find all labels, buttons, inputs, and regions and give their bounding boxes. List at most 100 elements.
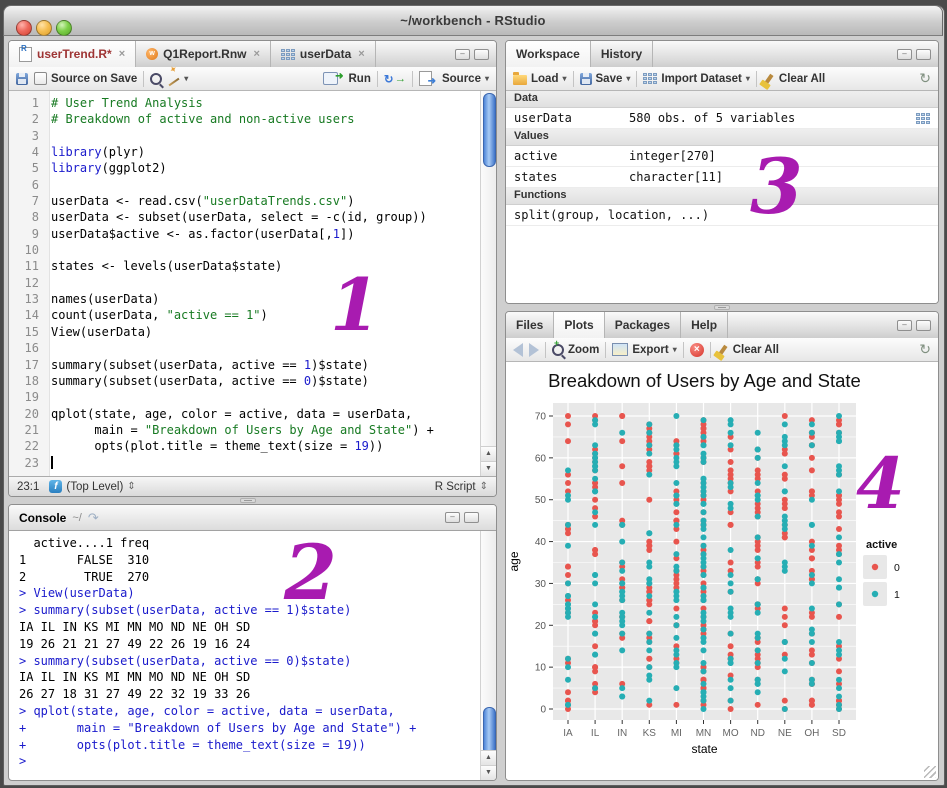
minimize-pane-icon[interactable]: –: [897, 320, 912, 331]
scroll-up-icon[interactable]: ▲: [481, 446, 496, 461]
doc-type-selector[interactable]: R Script ⇕: [435, 481, 488, 493]
clear-all-button[interactable]: Clear All: [763, 73, 825, 85]
save-icon[interactable]: [16, 73, 28, 85]
code-editor[interactable]: 1# User Trend Analysis2# Breakdown of ac…: [9, 91, 496, 476]
editor-tabstrip: userTrend.R* × w Q1Report.Rnw × userData…: [9, 41, 496, 68]
maximize-pane-icon[interactable]: [474, 49, 489, 60]
zoom-plot-button[interactable]: Zoom: [552, 344, 599, 356]
tab-files[interactable]: Files: [506, 312, 554, 338]
tab-packages[interactable]: Packages: [605, 312, 681, 338]
find-replace-icon[interactable]: [150, 73, 162, 85]
splitter-left-column[interactable]: [240, 498, 256, 503]
view-data-grid-icon[interactable]: [916, 113, 930, 124]
clear-all-plots-button[interactable]: Clear All: [717, 344, 779, 356]
minimize-pane-icon[interactable]: –: [897, 49, 912, 60]
maximize-pane-icon[interactable]: [916, 320, 931, 331]
source-on-save-checkbox[interactable]: [34, 72, 47, 85]
object-name: split(group, location, ...): [506, 208, 709, 222]
source-doc-icon: [419, 71, 432, 86]
import-dataset-button[interactable]: Import Dataset ▾: [643, 73, 750, 85]
code-line: 21 main = "Breakdown of Users by Age and…: [9, 422, 480, 438]
minimize-pane-icon[interactable]: –: [455, 49, 470, 60]
tab-history[interactable]: History: [591, 41, 653, 67]
console-scrollbar[interactable]: ▲ ▼: [480, 531, 496, 780]
code-lines[interactable]: 1# User Trend Analysis2# Breakdown of ac…: [9, 95, 480, 471]
plot-viewer: 010203040506070IAILINKSMIMNMONDNEOHSDBre…: [506, 362, 938, 780]
tab-userTrend[interactable]: userTrend.R* ×: [9, 41, 136, 67]
console-line: IA IL IN KS MI MN MO ND NE OH SD: [19, 669, 480, 686]
code-line: 23: [9, 455, 480, 471]
code-line: 8userData <- subset(userData, select = -…: [9, 209, 480, 225]
scroll-down-icon[interactable]: ▼: [481, 461, 496, 476]
r-script-icon: [19, 47, 32, 62]
object-name: userData: [506, 111, 629, 125]
svg-text:0: 0: [540, 705, 546, 716]
export-plot-button[interactable]: Export ▾: [612, 343, 676, 356]
save-workspace-button[interactable]: Save ▾: [580, 73, 631, 85]
close-tab-icon[interactable]: ×: [253, 48, 259, 60]
rerun-button[interactable]: ↻ →: [384, 72, 406, 86]
refresh-icon[interactable]: ↻: [919, 341, 931, 358]
console-output[interactable]: active....1 freq1 FALSE 3102 TRUE 270> V…: [9, 531, 480, 780]
next-plot-icon[interactable]: [529, 343, 539, 357]
resize-grip[interactable]: [924, 766, 936, 778]
console-scrollbar-thumb[interactable]: [483, 707, 496, 755]
splitter-right-column[interactable]: [714, 305, 730, 310]
svg-text:0: 0: [894, 562, 900, 574]
goto-directory-icon[interactable]: ↷: [88, 510, 99, 526]
workspace-object-list: Data userData 580 obs. of 5 variables Va…: [506, 91, 938, 303]
source-on-save-label: Source on Save: [51, 73, 137, 85]
object-row-userdata[interactable]: userData 580 obs. of 5 variables: [506, 108, 938, 129]
workspace-pane: Workspace History – Load ▾ Save ▾ Import…: [505, 40, 939, 304]
svg-text:NE: NE: [778, 728, 792, 739]
code-line: 16: [9, 340, 480, 356]
scroll-down-icon[interactable]: ▼: [481, 765, 496, 780]
scope-selector[interactable]: f (Top Level) ⇕: [49, 480, 135, 493]
plots-tabstrip: Files Plots Packages Help –: [506, 312, 938, 339]
object-value: 580 obs. of 5 variables: [629, 111, 916, 125]
object-row-states[interactable]: states character[11]: [506, 167, 938, 188]
scroll-up-icon[interactable]: ▲: [481, 750, 496, 765]
tab-label: Files: [516, 318, 543, 332]
svg-text:KS: KS: [643, 728, 657, 739]
code-line: 12: [9, 275, 480, 291]
tab-label: Packages: [615, 318, 670, 332]
editor-scrollbar[interactable]: ▲ ▼: [480, 91, 496, 476]
refresh-icon[interactable]: ↻: [919, 70, 931, 87]
close-tab-icon[interactable]: ×: [119, 48, 125, 60]
remove-plot-icon[interactable]: ×: [690, 343, 704, 357]
rerun-arrow-icon: →: [394, 73, 406, 85]
load-workspace-button[interactable]: Load ▾: [513, 72, 567, 85]
svg-text:OH: OH: [804, 728, 819, 739]
code-tools-button[interactable]: ▾: [168, 74, 188, 83]
editor-scrollbar-thumb[interactable]: [483, 93, 496, 167]
import-table-icon: [643, 73, 657, 84]
previous-plot-icon[interactable]: [513, 343, 523, 357]
console-line: 2 TRUE 270: [19, 569, 480, 586]
svg-text:50: 50: [535, 495, 547, 506]
code-line: 2# Breakdown of active and non-active us…: [9, 111, 480, 127]
object-row-active[interactable]: active integer[270]: [506, 146, 938, 167]
tab-workspace[interactable]: Workspace: [506, 41, 591, 67]
object-row-split[interactable]: split(group, location, ...): [506, 205, 938, 226]
source-on-save-toggle[interactable]: Source on Save: [34, 72, 137, 85]
maximize-pane-icon[interactable]: [464, 512, 479, 523]
console-header: Console ~/ ↷ –: [9, 505, 496, 531]
svg-text:70: 70: [535, 412, 547, 423]
close-tab-icon[interactable]: ×: [358, 48, 364, 60]
tab-plots[interactable]: Plots: [554, 312, 604, 338]
minimize-pane-icon[interactable]: –: [445, 512, 460, 523]
editor-status-bar: 23:1 f (Top Level) ⇕ R Script ⇕: [9, 476, 496, 496]
code-line: 20qplot(state, age, color = active, data…: [9, 406, 480, 422]
tab-q1report[interactable]: w Q1Report.Rnw ×: [136, 41, 271, 67]
tab-userdata[interactable]: userData ×: [271, 41, 376, 67]
svg-text:1: 1: [894, 589, 900, 601]
tab-help[interactable]: Help: [681, 312, 728, 338]
source-button[interactable]: Source ▾: [419, 71, 489, 86]
window-titlebar[interactable]: ~/workbench - RStudio: [3, 5, 943, 36]
svg-text:MO: MO: [723, 728, 739, 739]
import-dataset-label: Import Dataset: [661, 73, 742, 85]
console-line: > View(userData): [19, 585, 480, 602]
maximize-pane-icon[interactable]: [916, 49, 931, 60]
run-button[interactable]: Run: [323, 72, 370, 85]
